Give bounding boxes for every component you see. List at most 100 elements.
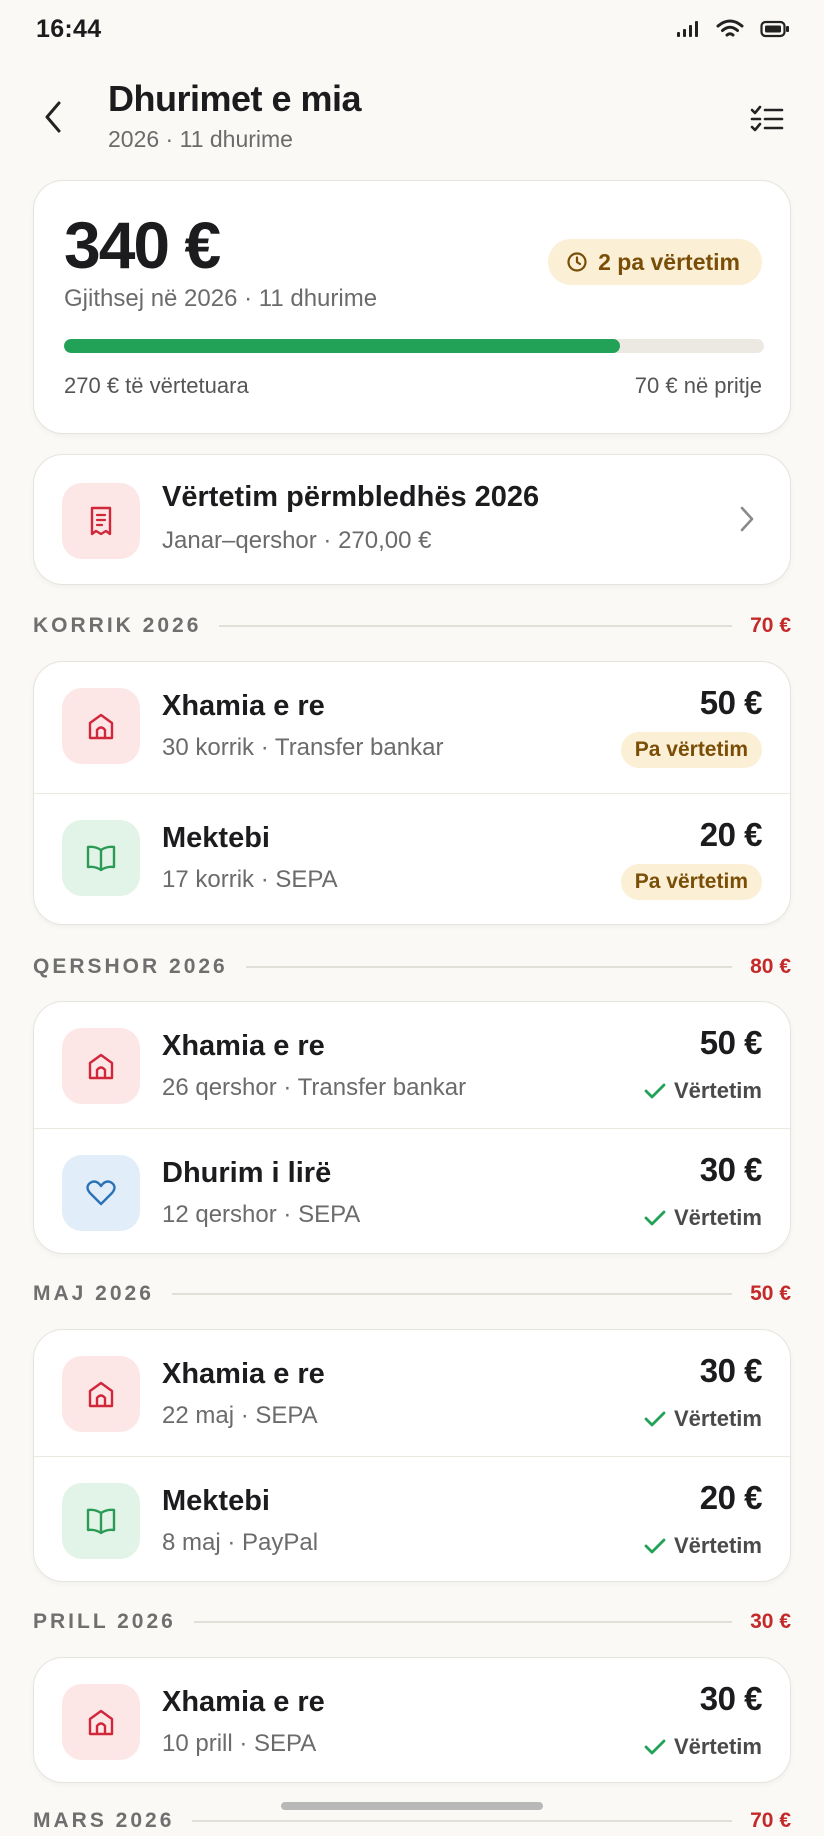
donation-row[interactable]: Xhamia e re 10 prill · SEPA 30 € Vërteti… bbox=[34, 1658, 790, 1784]
section-total: 30 € bbox=[750, 1610, 791, 1633]
status-verified: Vërtetim bbox=[644, 1076, 762, 1106]
status-verified-label: Vërtetim bbox=[673, 1078, 762, 1103]
page-subtitle: 2026 · 11 dhurime bbox=[108, 126, 293, 152]
section-header-korrik: KORRIK 2026 70 € bbox=[33, 611, 791, 641]
section-header-prill: PRILL 2026 30 € bbox=[33, 1607, 791, 1637]
donation-meta: 12 qershor · SEPA bbox=[162, 1201, 361, 1228]
section-divider bbox=[171, 1293, 733, 1295]
signal-icon bbox=[677, 21, 698, 37]
donation-row[interactable]: Xhamia e re 26 qershor · Transfer bankar… bbox=[34, 1002, 790, 1128]
donation-amount: 50 € bbox=[699, 1024, 763, 1061]
donation-title: Xhamia e re bbox=[162, 1358, 325, 1390]
donation-amount: 30 € bbox=[699, 1151, 763, 1188]
receipt-subtitle: Janar–qershor · 270,00 € bbox=[162, 527, 432, 554]
back-button[interactable] bbox=[30, 94, 76, 140]
mosque-icon bbox=[62, 1028, 140, 1104]
donation-row[interactable]: Xhamia e re 22 maj · SEPA 30 € Vërtetim bbox=[34, 1330, 790, 1456]
donation-meta: 17 korrik · SEPA bbox=[162, 866, 338, 893]
summary-receipt-card[interactable]: Vërtetim përmbledhës 2026 Janar–qershor … bbox=[33, 454, 791, 585]
section-total: 80 € bbox=[750, 955, 791, 978]
section-total: 50 € bbox=[750, 1282, 791, 1305]
section-label: MAJ 2026 bbox=[33, 1282, 154, 1305]
status-verified: Vërtetim bbox=[644, 1404, 762, 1434]
donation-meta: 8 maj · PayPal bbox=[162, 1529, 319, 1556]
donation-title: Mektebi bbox=[162, 822, 270, 854]
donation-meta: 30 korrik · Transfer bankar bbox=[162, 734, 444, 761]
donation-meta: 10 prill · SEPA bbox=[162, 1730, 317, 1757]
checklist-icon bbox=[750, 105, 784, 132]
total-caption: Gjithsej në 2026 · 11 dhurime bbox=[64, 285, 378, 312]
chevron-left-icon bbox=[45, 101, 61, 133]
donations-card-korrik: Xhamia e re 30 korrik · Transfer bankar … bbox=[33, 661, 791, 925]
donation-amount: 50 € bbox=[699, 684, 763, 721]
status-time: 16:44 bbox=[36, 14, 102, 43]
donation-title: Xhamia e re bbox=[162, 690, 325, 722]
section-label: PRILL 2026 bbox=[33, 1610, 176, 1633]
app-header: Dhurimet e mia 2026 · 11 dhurime bbox=[0, 70, 824, 170]
mosque-icon bbox=[62, 688, 140, 764]
book-icon bbox=[62, 820, 140, 896]
status-verified-label: Vërtetim bbox=[673, 1205, 762, 1230]
donation-amount: 20 € bbox=[699, 816, 763, 853]
donations-card-maj: Xhamia e re 22 maj · SEPA 30 € Vërtetim … bbox=[33, 1329, 791, 1582]
home-indicator[interactable] bbox=[281, 1802, 543, 1810]
verification-progress-bar bbox=[64, 339, 764, 353]
pending-amount-text: 70 € në pritje bbox=[634, 373, 762, 398]
donation-amount: 30 € bbox=[699, 1680, 763, 1717]
check-icon bbox=[644, 1083, 666, 1099]
section-divider bbox=[245, 966, 733, 968]
donations-card-qershor: Xhamia e re 26 qershor · Transfer bankar… bbox=[33, 1001, 791, 1254]
verification-progress-fill bbox=[64, 339, 620, 353]
wifi-icon bbox=[716, 19, 744, 37]
battery-icon bbox=[760, 20, 789, 38]
receipt-icon-tile bbox=[62, 483, 140, 559]
donation-title: Dhurim i lirë bbox=[162, 1157, 332, 1189]
status-verified: Vërtetim bbox=[644, 1203, 762, 1233]
status-badge-pending: Pa vërtetim bbox=[620, 732, 762, 768]
donation-title: Xhamia e re bbox=[162, 1686, 325, 1718]
chevron-right-icon bbox=[732, 501, 762, 537]
donation-title: Xhamia e re bbox=[162, 1030, 325, 1062]
pending-badge[interactable]: 2 pa vërtetim bbox=[548, 239, 762, 285]
donation-meta: 26 qershor · Transfer bankar bbox=[162, 1074, 467, 1101]
donation-row[interactable]: Mektebi 8 maj · PayPal 20 € Vërtetim bbox=[34, 1456, 790, 1582]
status-verified: Vërtetim bbox=[644, 1732, 762, 1762]
mosque-icon bbox=[62, 1684, 140, 1760]
checklist-filter-button[interactable] bbox=[744, 96, 790, 142]
receipt-icon bbox=[90, 506, 112, 536]
status-verified-label: Vërtetim bbox=[673, 1734, 762, 1759]
clock-icon bbox=[567, 252, 587, 272]
section-divider bbox=[219, 625, 733, 627]
donation-title: Mektebi bbox=[162, 1485, 270, 1517]
status-icons bbox=[676, 19, 790, 39]
check-icon bbox=[644, 1210, 666, 1226]
section-divider bbox=[192, 1820, 733, 1822]
donation-row[interactable]: Mektebi 17 korrik · SEPA 20 € Pa vërteti… bbox=[34, 793, 790, 919]
donations-card-prill: Xhamia e re 10 prill · SEPA 30 € Vërteti… bbox=[33, 1657, 791, 1783]
status-badge-pending: Pa vërtetim bbox=[620, 864, 762, 900]
section-total: 70 € bbox=[750, 614, 791, 637]
total-amount: 340 € bbox=[64, 208, 221, 282]
status-verified: Vërtetim bbox=[644, 1531, 762, 1561]
section-divider bbox=[193, 1621, 733, 1623]
pending-badge-label: 2 pa vërtetim bbox=[598, 248, 740, 275]
heart-icon bbox=[62, 1155, 140, 1231]
check-icon bbox=[644, 1538, 666, 1554]
book-icon bbox=[62, 1483, 140, 1559]
donation-row[interactable]: Xhamia e re 30 korrik · Transfer bankar … bbox=[34, 662, 790, 788]
section-label: MARS 2026 bbox=[33, 1809, 175, 1832]
donation-row[interactable]: Dhurim i lirë 12 qershor · SEPA 30 € Vër… bbox=[34, 1128, 790, 1254]
section-header-maj: MAJ 2026 50 € bbox=[33, 1279, 791, 1309]
section-label: QERSHOR 2026 bbox=[33, 955, 228, 978]
verified-amount-text: 270 € të vërtetuara bbox=[64, 373, 249, 398]
section-label: KORRIK 2026 bbox=[33, 614, 202, 637]
check-icon bbox=[644, 1739, 666, 1755]
status-verified-label: Vërtetim bbox=[673, 1406, 762, 1431]
status-verified-label: Vërtetim bbox=[673, 1533, 762, 1558]
section-header-mars: MARS 2026 70 € bbox=[33, 1806, 791, 1836]
status-bar: 16:44 bbox=[0, 0, 824, 58]
summary-card: 340 € Gjithsej në 2026 · 11 dhurime 2 pa… bbox=[33, 180, 791, 434]
donation-amount: 30 € bbox=[699, 1352, 763, 1389]
donation-amount: 20 € bbox=[699, 1479, 763, 1516]
section-header-qershor: QERSHOR 2026 80 € bbox=[33, 952, 791, 982]
